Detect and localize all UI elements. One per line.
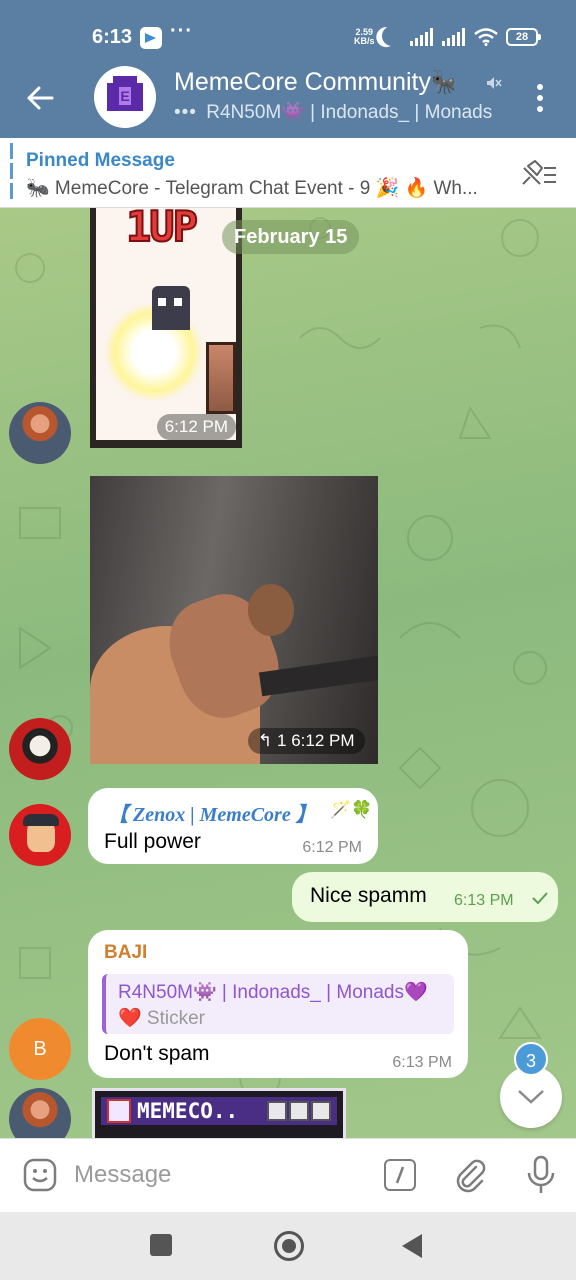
reply-arrow-icon: ↰ [258,731,273,750]
commands-icon[interactable] [384,1159,416,1191]
pinned-list-icon[interactable] [520,158,558,188]
system-nav-bar [0,1212,576,1280]
pinned-indicator [10,143,13,201]
message-time: 6:12 PM [291,731,355,750]
chevron-down-icon [518,1090,544,1104]
sticker-block [206,342,236,414]
date-separator: February 15 [222,220,360,254]
typing-users: R4N50M👾 | Indonads_ | Monads [206,102,493,123]
status-bar: 6:13 ··· 2.59 KB/s 28 [0,0,576,60]
unread-count-badge: 3 [514,1042,548,1076]
attach-icon[interactable] [452,1157,488,1193]
reply-preview[interactable]: R4N50M👾 | Indonads_ | Monads💜 ❤️ Sticker [102,974,454,1034]
pinned-message-bar[interactable]: Pinned Message 🐜 MemeCore - Telegram Cha… [0,138,576,208]
microphone-icon[interactable] [524,1155,558,1195]
typing-indicator: ••• [174,102,197,123]
reply-text: ❤️ Sticker [118,1008,206,1029]
message-input-bar [0,1138,576,1212]
recents-icon[interactable] [150,1234,172,1256]
group-subtitle: ••• R4N50M👾 | Indonads_ | Monads [174,100,506,124]
wifi-icon [474,28,498,46]
status-time: 6:13 [92,26,133,48]
emoji-icon[interactable] [22,1157,58,1193]
network-speed-unit: KB/s [354,36,375,46]
message-time: 6:12 PM [156,414,236,440]
sticker-1up[interactable]: 1UP 6:12 PM [90,208,242,448]
avatar[interactable] [9,804,71,866]
avatar[interactable]: B [9,1018,71,1080]
message-input[interactable] [74,1155,364,1195]
do-not-disturb-icon [379,23,405,49]
message-text: Nice spamm [310,884,427,907]
sticker-text: 1UP [125,208,199,252]
telegram-icon [140,27,162,49]
sender-name[interactable]: BAJI [104,942,147,964]
group-title: MemeCore Community🐜 [174,68,454,96]
pinned-label: Pinned Message [26,150,175,171]
sticker-icon [107,1099,131,1123]
sender-name[interactable]: 【 Zenox | MemeCore 】 [108,798,316,827]
group-title-wrap[interactable]: MemeCore Community🐜 [174,68,454,98]
chat-area[interactable]: 1UP 6:12 PM February 15 ↰ 1 6:12 PM 【 Ze… [0,208,576,1138]
network-speed: 2.59 KB/s [354,28,375,46]
sticker-window-buttons [267,1101,333,1121]
reply-count: 1 [276,731,287,750]
sticker-window[interactable]: MEMECO.. [92,1088,346,1138]
muted-icon [487,77,502,89]
message-text: Full power [104,830,201,853]
message-bubble[interactable]: BAJI R4N50M👾 | Indonads_ | Monads💜 ❤️ St… [88,930,468,1078]
home-icon[interactable] [274,1231,304,1261]
message-time: 6:12 PM [302,839,362,856]
avatar[interactable] [9,718,71,780]
back-arrow-icon[interactable] [22,80,58,116]
avatar[interactable] [9,402,71,464]
signal-icon [410,28,436,46]
message-time: 6:13 PM [392,1054,452,1071]
signal-icon-2 [442,28,468,46]
pinned-text: 🐜 MemeCore - Telegram Chat Event - 9 🎉 🔥… [26,178,478,199]
read-check-icon [532,892,548,904]
more-notifications-icon: ··· [170,20,193,42]
message-text: Don't spam [104,1042,210,1065]
group-avatar[interactable] [94,66,156,128]
reply-sender: R4N50M👾 | Indonads_ | Monads💜 [118,982,428,1003]
sender-badge: 🪄🍀 [330,800,373,819]
video-message[interactable]: ↰ 1 6:12 PM [90,476,378,764]
message-bubble[interactable]: 【 Zenox | MemeCore 】 🪄🍀 Full power 6:12 … [88,788,378,864]
more-options-icon[interactable] [530,82,550,114]
back-icon[interactable] [402,1234,422,1258]
outgoing-message-bubble[interactable]: Nice spamm 6:13 PM [292,872,558,922]
battery-icon: 28 [506,28,541,46]
message-time: 6:13 PM [454,892,514,909]
sticker-character [152,286,190,330]
chat-header: MemeCore Community🐜 ••• R4N50M👾 | Indona… [0,60,576,138]
video-meta: ↰ 1 6:12 PM [248,728,365,754]
